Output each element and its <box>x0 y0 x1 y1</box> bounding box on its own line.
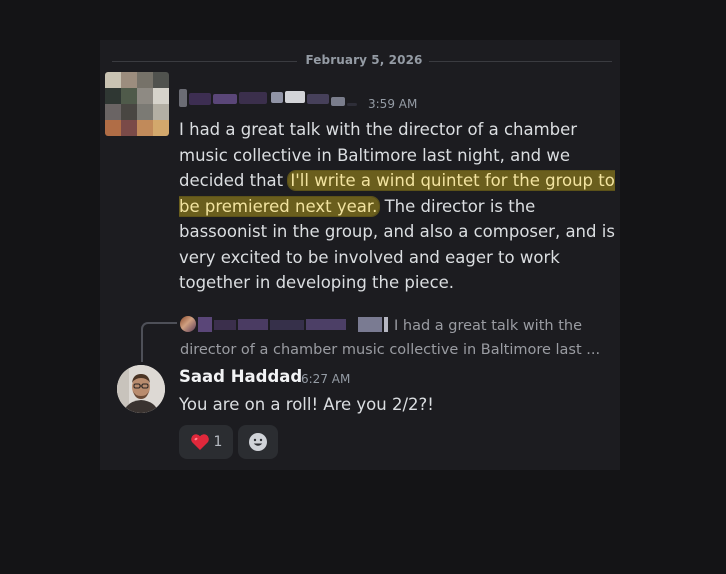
reaction-heart[interactable]: 1 <box>179 425 233 459</box>
avatar-pixelated[interactable] <box>105 72 169 136</box>
smiley-icon <box>249 433 267 451</box>
heart-emoji-icon <box>190 434 209 450</box>
divider-line-left <box>112 61 297 62</box>
add-reaction-button[interactable] <box>238 425 278 459</box>
divider-line-right <box>429 61 612 62</box>
reply-spine <box>141 322 177 362</box>
reply-preview-line1: I had a great talk with the <box>394 318 582 334</box>
reaction-count: 1 <box>213 434 223 450</box>
message-timestamp: 3:59 AM <box>368 97 418 111</box>
avatar-saad-haddad[interactable] <box>117 365 165 413</box>
avatar-photo <box>117 365 165 413</box>
author-name-redacted[interactable] <box>179 89 359 107</box>
message-text: You are on a roll! Are you 2/2?! <box>179 395 434 414</box>
message-text: I had a great talk with the director of … <box>179 117 619 296</box>
date-label: February 5, 2026 <box>305 53 423 67</box>
author-name[interactable]: Saad Haddad <box>179 367 302 386</box>
reply-preview[interactable]: I had a great talk with the director of a… <box>180 314 610 362</box>
reply-preview-line2: director of a chamber music collective i… <box>180 342 601 358</box>
message-timestamp: 6:27 AM <box>301 372 351 386</box>
